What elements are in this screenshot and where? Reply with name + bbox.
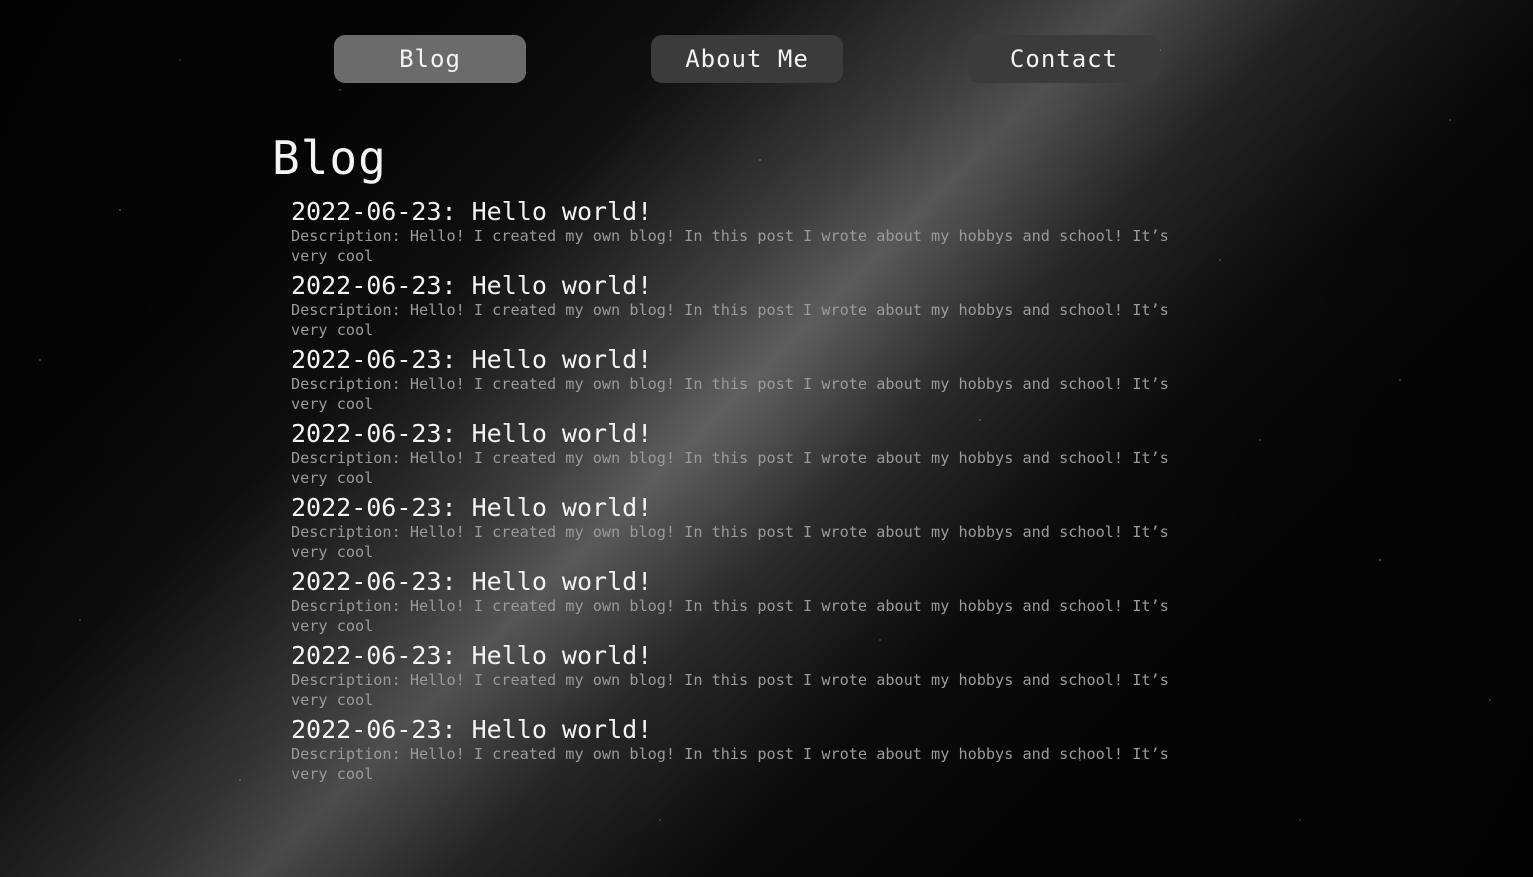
post-title[interactable]: 2022-06-23: Hello world! [291, 568, 1212, 596]
post-item[interactable]: 2022-06-23: Hello world! Description: He… [291, 568, 1212, 642]
post-item[interactable]: 2022-06-23: Hello world! Description: He… [291, 198, 1212, 272]
post-item[interactable]: 2022-06-23: Hello world! Description: He… [291, 346, 1212, 420]
post-title[interactable]: 2022-06-23: Hello world! [291, 198, 1212, 226]
post-title[interactable]: 2022-06-23: Hello world! [291, 272, 1212, 300]
post-item[interactable]: 2022-06-23: Hello world! Description: He… [291, 716, 1212, 790]
post-description: Description: Hello! I created my own blo… [291, 597, 1169, 635]
post-title[interactable]: 2022-06-23: Hello world! [291, 494, 1212, 522]
post-item[interactable]: 2022-06-23: Hello world! Description: He… [291, 272, 1212, 346]
top-navigation: Blog About Me Contact [0, 35, 1533, 83]
nav-contact-button[interactable]: Contact [968, 35, 1160, 83]
post-description: Description: Hello! I created my own blo… [291, 523, 1169, 561]
post-item[interactable]: 2022-06-23: Hello world! Description: He… [291, 494, 1212, 568]
nav-blog-button[interactable]: Blog [334, 35, 526, 83]
post-title[interactable]: 2022-06-23: Hello world! [291, 346, 1212, 374]
post-description: Description: Hello! I created my own blo… [291, 227, 1169, 265]
post-description: Description: Hello! I created my own blo… [291, 671, 1169, 709]
main-content: Blog 2022-06-23: Hello world! Descriptio… [272, 128, 1212, 790]
post-title[interactable]: 2022-06-23: Hello world! [291, 420, 1212, 448]
nav-about-me-button[interactable]: About Me [651, 35, 843, 83]
post-list: 2022-06-23: Hello world! Description: He… [291, 198, 1212, 790]
post-description: Description: Hello! I created my own blo… [291, 301, 1169, 339]
post-item[interactable]: 2022-06-23: Hello world! Description: He… [291, 420, 1212, 494]
post-description: Description: Hello! I created my own blo… [291, 745, 1169, 783]
post-item[interactable]: 2022-06-23: Hello world! Description: He… [291, 642, 1212, 716]
post-title[interactable]: 2022-06-23: Hello world! [291, 716, 1212, 744]
page-title: Blog [272, 131, 387, 185]
post-description: Description: Hello! I created my own blo… [291, 449, 1169, 487]
post-description: Description: Hello! I created my own blo… [291, 375, 1169, 413]
post-title[interactable]: 2022-06-23: Hello world! [291, 642, 1212, 670]
